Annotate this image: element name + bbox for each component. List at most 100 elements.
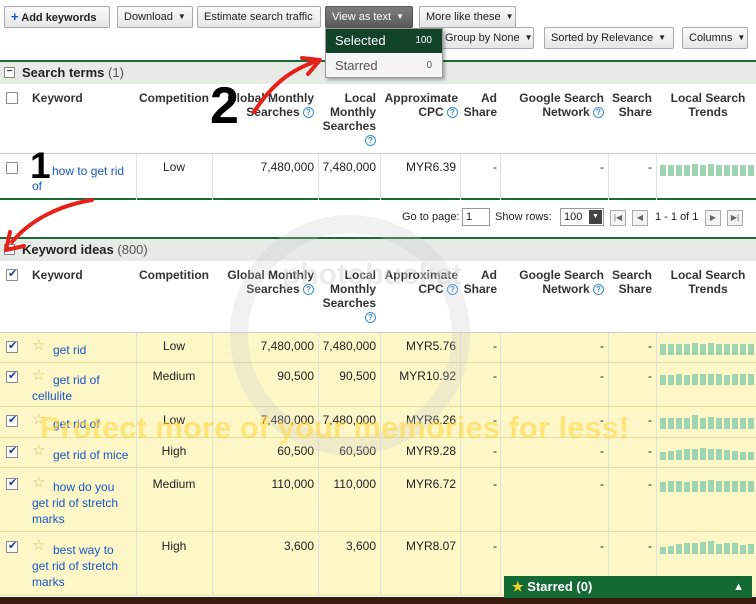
col-trends[interactable]: Local Search Trends xyxy=(660,268,756,296)
sort-label: Sorted by Relevance xyxy=(551,32,654,44)
menu-item-starred[interactable]: Starred 0 xyxy=(326,55,442,77)
local-value: 60,500 xyxy=(339,444,376,458)
last-page-icon[interactable]: ▶| xyxy=(727,210,743,226)
show-rows-select[interactable]: 100 ▼ xyxy=(560,208,604,226)
starred-panel-bar[interactable]: ★ Starred (0) ▲ xyxy=(504,576,752,598)
keyword-link[interactable]: how do you get rid of stretch marks xyxy=(32,479,136,527)
row-checkbox[interactable] xyxy=(6,162,18,174)
trend-bar xyxy=(692,481,698,492)
keyword-link[interactable]: best way to get rid of stretch marks xyxy=(32,542,136,590)
col-competition[interactable]: Competition xyxy=(139,268,209,282)
col-local[interactable]: Local Monthly Searches ? xyxy=(318,91,376,147)
sort-dropdown[interactable]: Sorted by Relevance ▼ xyxy=(544,27,674,49)
help-icon[interactable]: ? xyxy=(365,135,376,147)
trend-bar xyxy=(732,481,738,492)
trend-bar xyxy=(700,165,706,176)
row-checkbox[interactable] xyxy=(6,339,18,353)
add-keywords-label: Add keywords xyxy=(21,12,97,24)
help-icon[interactable]: ? xyxy=(447,107,458,119)
col-gsn[interactable]: Google Search Network ? xyxy=(506,91,604,119)
goto-page-input[interactable]: 1 xyxy=(462,208,490,226)
trend-bar xyxy=(748,418,754,429)
gsn-value: - xyxy=(600,477,604,491)
col-gsn[interactable]: Google Search Network ? xyxy=(506,268,604,296)
col-keyword[interactable]: Keyword xyxy=(32,268,83,282)
keyword-line1: get rid of xyxy=(53,373,100,387)
group-by-label: Group by None xyxy=(445,32,520,44)
next-page-icon[interactable]: ▶ xyxy=(705,210,721,226)
row-checkbox[interactable] xyxy=(6,369,18,383)
local-value: 90,500 xyxy=(339,369,376,383)
col-trends[interactable]: Local Search Trends xyxy=(660,91,756,119)
row-checkbox[interactable] xyxy=(6,476,18,490)
keyword-link[interactable]: get rid xyxy=(32,342,136,358)
col-competition[interactable]: Competition xyxy=(139,91,209,105)
competition-value: Low xyxy=(162,160,185,174)
trend-bar xyxy=(724,450,730,460)
trend-bar xyxy=(740,165,746,176)
keyword-idea-row: ☆ get rid of Low 7,480,000 7,480,000 MYR… xyxy=(0,407,756,438)
keyword-link[interactable]: get rid of xyxy=(32,416,136,432)
help-icon[interactable]: ? xyxy=(365,312,376,324)
cpc-value: MYR10.92 xyxy=(399,369,456,383)
search-share-value: - xyxy=(648,413,652,427)
columns-dropdown[interactable]: Columns ▼ xyxy=(682,27,748,49)
trend-bar xyxy=(676,374,682,385)
trend-bar xyxy=(732,374,738,385)
show-rows-label: Show rows: xyxy=(495,211,552,223)
col-ad-share[interactable]: Ad Share xyxy=(462,268,497,296)
trend-bar xyxy=(692,543,698,554)
keyword-idea-row: ☆ get rid Low 7,480,000 7,480,000 MYR5.7… xyxy=(0,333,756,363)
help-icon[interactable]: ? xyxy=(303,284,314,296)
col-keyword[interactable]: Keyword xyxy=(32,91,83,105)
row-checkbox[interactable] xyxy=(6,413,18,427)
estimate-traffic-button[interactable]: Estimate search traffic xyxy=(197,6,321,28)
col-cpc[interactable]: Approximate CPC ? xyxy=(380,91,458,119)
trend-sparkline xyxy=(660,162,754,176)
help-icon[interactable]: ? xyxy=(593,107,604,119)
annotation-number-1: 1 xyxy=(30,145,51,186)
select-all-checkbox[interactable] xyxy=(6,267,18,281)
cpc-value: MYR6.26 xyxy=(405,413,456,427)
more-like-these-button[interactable]: More like these ▼ xyxy=(419,6,516,28)
collapse-icon[interactable]: − xyxy=(4,244,15,255)
prev-page-icon[interactable]: ◀ xyxy=(632,210,648,226)
trend-bar xyxy=(716,449,722,460)
help-icon[interactable]: ? xyxy=(303,107,314,119)
col-cpc-line1: Approximate xyxy=(384,268,458,282)
add-keywords-button[interactable]: + Add keywords xyxy=(4,6,110,28)
col-ad-share[interactable]: Ad Share xyxy=(462,91,497,119)
expand-icon[interactable]: ▲ xyxy=(733,576,744,598)
col-local[interactable]: Local Monthly Searches ? xyxy=(318,268,376,324)
first-page-icon[interactable]: |◀ xyxy=(610,210,626,226)
help-icon[interactable]: ? xyxy=(447,284,458,296)
keyword-link[interactable]: get rid of cellulite xyxy=(32,372,136,404)
row-checkbox[interactable] xyxy=(6,539,18,553)
group-by-dropdown[interactable]: Group by None ▼ xyxy=(438,27,534,49)
select-all-checkbox[interactable] xyxy=(6,92,18,104)
help-icon[interactable]: ? xyxy=(593,284,604,296)
menu-item-selected[interactable]: Selected 100 xyxy=(326,29,442,53)
trend-bar xyxy=(724,165,730,176)
trend-bar xyxy=(716,544,722,554)
trend-bar xyxy=(700,542,706,554)
col-global[interactable]: Global Monthly Searches ? xyxy=(212,268,314,296)
ad-share-value: - xyxy=(493,477,497,491)
trend-bar xyxy=(668,375,674,385)
gsn-value: - xyxy=(600,444,604,458)
row-checkbox[interactable] xyxy=(6,444,18,458)
gsn-value: - xyxy=(600,413,604,427)
download-button[interactable]: Download ▼ xyxy=(117,6,193,28)
col-search-share[interactable]: Search Share xyxy=(608,91,652,119)
trend-bar xyxy=(724,481,730,492)
col-cpc[interactable]: Approximate CPC ? xyxy=(380,268,458,296)
view-as-text-button[interactable]: View as text ▼ xyxy=(325,6,413,28)
trend-bar xyxy=(716,374,722,385)
col-search-share[interactable]: Search Share xyxy=(608,268,652,296)
col-cpc-line1: Approximate xyxy=(384,91,458,105)
col-divider xyxy=(460,154,461,200)
keyword-link[interactable]: get rid of mice xyxy=(32,447,136,463)
view-as-text-label: View as text xyxy=(332,11,392,23)
keyword-ideas-title: Keyword ideas xyxy=(22,242,114,257)
collapse-icon[interactable]: − xyxy=(4,67,15,78)
